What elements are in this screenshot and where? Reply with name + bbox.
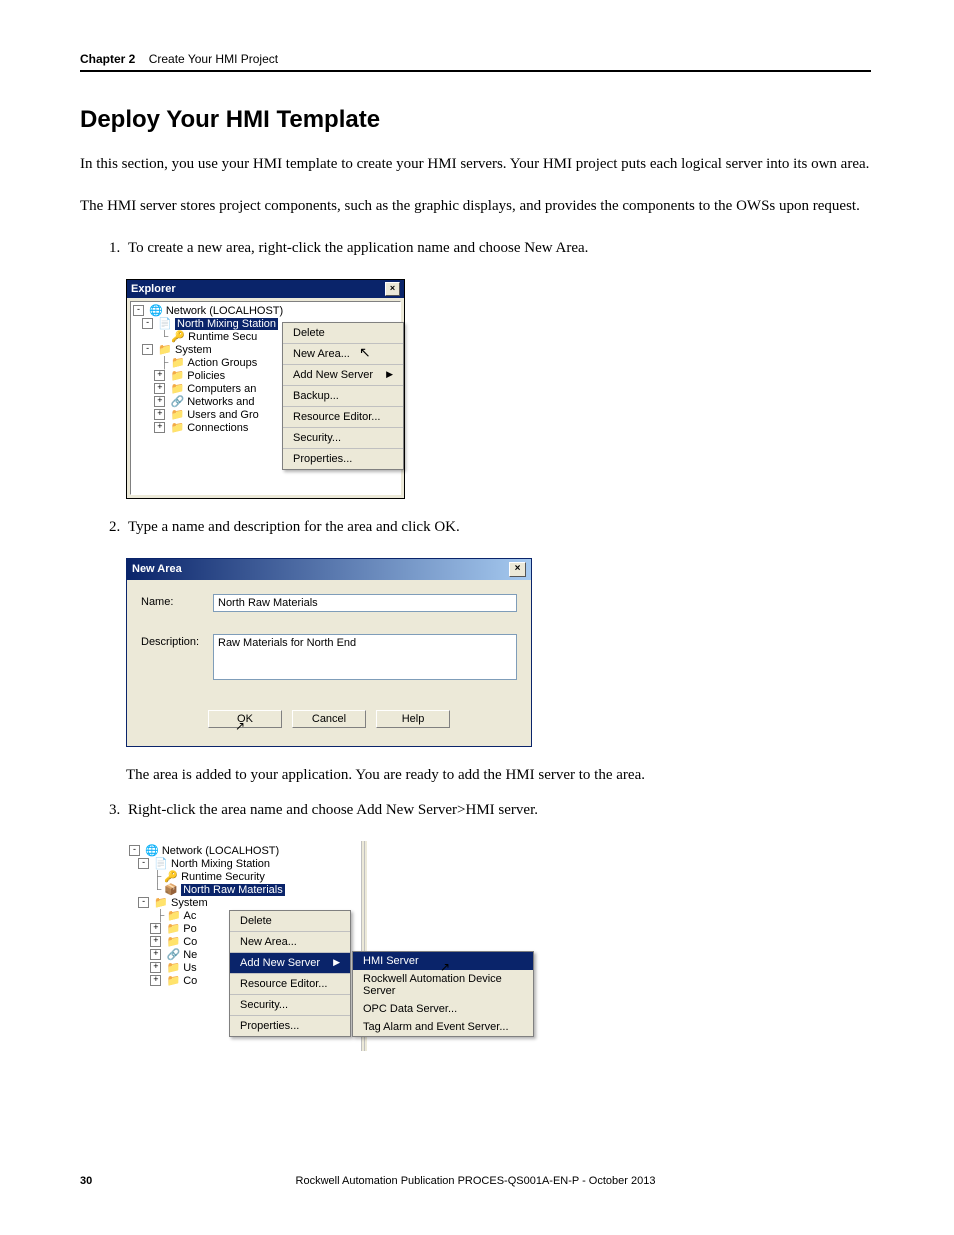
add-server-tree: - 🌐 Network (LOCALHOST) - 📄 North Mixing… [126,841,539,1051]
page-footer: 30 Rockwell Automation Publication PROCE… [80,1175,871,1187]
context-menu: Delete New Area... Add New Server▶ Backu… [282,322,404,470]
explorer-window: Explorer × - 🌐 Network (LOCALHOST) - 📄 N… [126,279,405,499]
tree3-co2: Co [183,975,197,987]
tree3-us: Us [183,962,196,974]
page-header: Chapter 2 Create Your HMI Project [80,52,871,72]
ctx-add-server[interactable]: Add New Server▶ [283,365,403,386]
folder-icon: 📁 [166,975,180,987]
name-label: Name: [141,594,213,612]
figure-add-server: - 🌐 Network (LOCALHOST) - 📄 North Mixing… [126,841,871,1051]
tree-connections: Connections [187,422,248,434]
description-label: Description: [141,634,213,680]
folder-icon: 📁 [170,422,184,434]
cancel-button[interactable]: Cancel [292,710,366,728]
ctx2-resource-editor[interactable]: Resource Editor... [230,974,350,995]
page-number: 30 [80,1175,92,1187]
app-icon: 📄 [154,858,168,870]
folder-icon: 📁 [166,962,180,974]
ctx-new-area[interactable]: New Area... [283,344,403,365]
chapter-title: Create Your HMI Project [149,52,278,66]
chevron-right-icon: ▶ [386,369,393,380]
step-3: Right-click the area name and choose Add… [124,800,871,821]
ctx2-security[interactable]: Security... [230,995,350,1016]
header-left: Chapter 2 Create Your HMI Project [80,52,278,66]
ctx2-new-area[interactable]: New Area... [230,932,350,953]
dialog-title-text: New Area [132,563,182,575]
ctx2-delete[interactable]: Delete [230,911,350,932]
explorer-title-text: Explorer [131,283,176,295]
tree-computers: Computers an [187,383,256,395]
dialog-titlebar: New Area × [127,559,531,580]
tree-runtime-sec: Runtime Secu [188,331,257,343]
name-input[interactable]: North Raw Materials [213,594,517,612]
submenu-opc-server[interactable]: OPC Data Server... [353,1000,533,1018]
tree-system: System [175,344,212,356]
steps-list-3: Right-click the area name and choose Add… [80,800,871,821]
folder-icon: 📁 [170,370,184,382]
explorer-titlebar: Explorer × [127,280,404,298]
new-area-dialog: New Area × Name: North Raw Materials Des… [126,558,532,747]
close-icon[interactable]: × [509,562,526,577]
ctx-properties[interactable]: Properties... [283,449,403,469]
tree3-system: System [171,897,208,909]
intro-paragraph-1: In this section, you use your HMI templa… [80,154,871,176]
tree3-co: Co [183,936,197,948]
ctx-security[interactable]: Security... [283,428,403,449]
chapter-number: Chapter 2 [80,52,135,66]
folder-icon: 📁 [154,897,168,909]
chevron-right-icon: ▶ [333,957,340,968]
network-icon: 🌐 [145,845,159,857]
tree3-ac: Ac [184,910,197,922]
folder-icon: 📁 [166,936,180,948]
step-2: Type a name and description for the area… [124,517,871,538]
step-2-note: The area is added to your application. Y… [126,765,871,786]
tree-app-selected[interactable]: North Mixing Station [175,318,278,330]
steps-list-2: Type a name and description for the area… [80,517,871,538]
tree-networks: Networks and [187,396,254,408]
folder-icon: 📁 [167,910,181,922]
ctx2-properties[interactable]: Properties... [230,1016,350,1036]
ctx-backup[interactable]: Backup... [283,386,403,407]
key-icon: 🔑 [164,871,178,883]
tree-network: Network (LOCALHOST) [166,305,283,317]
cursor-icon: ↖ [440,960,450,974]
ctx-resource-editor[interactable]: Resource Editor... [283,407,403,428]
folder-icon: 📁 [170,409,184,421]
tree3-app: North Mixing Station [171,858,270,870]
tree-action-groups: Action Groups [188,357,258,369]
ok-button[interactable]: OK [208,710,282,728]
area-icon: 📦 [164,884,178,896]
folder-icon: 📁 [170,383,184,395]
context-menu-2: Delete New Area... Add New Server▶ Resou… [229,910,351,1037]
folder-icon: 📁 [171,357,185,369]
description-input[interactable]: Raw Materials for North End [213,634,517,680]
tree3-area-selected[interactable]: North Raw Materials [181,884,285,896]
steps-list: To create a new area, right-click the ap… [80,238,871,259]
tree-users: Users and Gro [187,409,259,421]
network-icon: 🔗 [166,949,180,961]
submenu-ra-device-server[interactable]: Rockwell Automation Device Server [353,970,533,1000]
help-button[interactable]: Help [376,710,450,728]
tree3-po: Po [183,923,196,935]
tree3-ne: Ne [183,949,197,961]
ctx2-add-server[interactable]: Add New Server▶ [230,953,350,974]
figure-new-area-dialog: New Area × Name: North Raw Materials Des… [126,558,871,747]
close-icon[interactable]: × [385,282,400,296]
app-icon: 📄 [158,318,172,330]
intro-paragraph-2: The HMI server stores project components… [80,196,871,218]
figure-explorer: Explorer × - 🌐 Network (LOCALHOST) - 📄 N… [126,279,871,499]
submenu-tag-alarm[interactable]: Tag Alarm and Event Server... [353,1018,533,1036]
folder-icon: 📁 [158,344,172,356]
network-icon: 🔗 [170,396,184,408]
section-heading: Deploy Your HMI Template [80,106,871,134]
key-icon: 🔑 [171,331,185,343]
step-1: To create a new area, right-click the ap… [124,238,871,259]
folder-icon: 📁 [166,923,180,935]
tree-policies: Policies [187,370,225,382]
network-icon: 🌐 [149,305,163,317]
publication-info: Rockwell Automation Publication PROCES-Q… [296,1175,656,1187]
tree3-network: Network (LOCALHOST) [162,845,279,857]
tree3-runtime: Runtime Security [181,871,265,883]
ctx-delete[interactable]: Delete [283,323,403,344]
